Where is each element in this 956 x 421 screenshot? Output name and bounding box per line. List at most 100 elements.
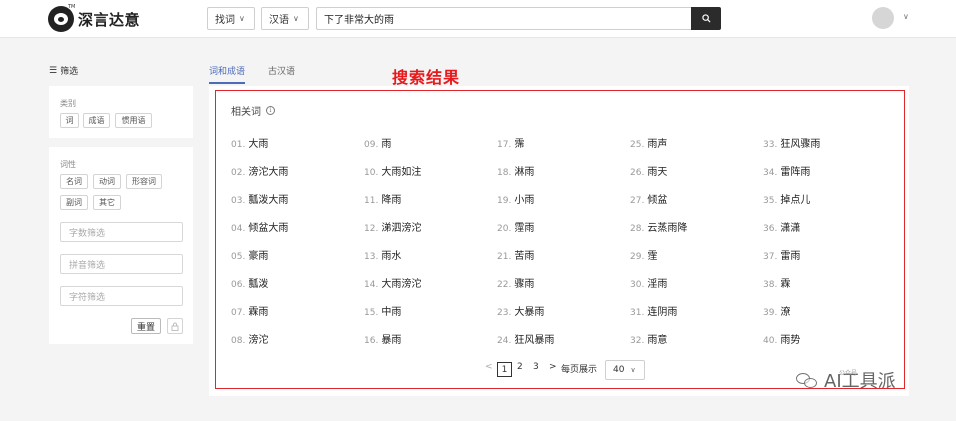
category-label: 类别 xyxy=(60,99,76,108)
word-item[interactable]: 07. 霖雨 xyxy=(231,303,268,318)
word-text: 潦 xyxy=(780,307,791,318)
word-item[interactable]: 21. 苦雨 xyxy=(497,247,534,262)
word-index: 07. xyxy=(231,308,246,318)
logo[interactable]: 深言达意 xyxy=(48,6,140,32)
wechat-icon xyxy=(796,371,818,389)
word-index: 32. xyxy=(630,336,645,346)
word-item[interactable]: 25. 雨声 xyxy=(630,135,667,150)
word-item[interactable]: 28. 云蒸雨降 xyxy=(630,219,687,234)
reset-button[interactable]: 重置 xyxy=(131,318,161,334)
page-2-button[interactable]: 2 xyxy=(517,362,523,372)
info-icon[interactable]: i xyxy=(266,106,275,115)
word-text: 暴雨 xyxy=(381,335,402,346)
word-item[interactable]: 33. 狂风骤雨 xyxy=(763,135,820,150)
chevron-down-icon[interactable]: ∨ xyxy=(903,12,909,21)
word-item[interactable]: 31. 连阴雨 xyxy=(630,303,677,318)
word-item[interactable]: 22. 骤雨 xyxy=(497,275,534,290)
word-item[interactable]: 27. 倾盆 xyxy=(630,191,667,206)
word-item[interactable]: 05. 豪雨 xyxy=(231,247,268,262)
word-item[interactable]: 20. 霪雨 xyxy=(497,219,534,234)
chip-noun[interactable]: 名词 xyxy=(60,174,88,189)
chip-adjective[interactable]: 形容词 xyxy=(126,174,162,189)
word-index: 33. xyxy=(763,140,778,150)
word-item[interactable]: 15. 中雨 xyxy=(364,303,401,318)
word-item[interactable]: 04. 倾盆大雨 xyxy=(231,219,288,234)
word-item[interactable]: 19. 小雨 xyxy=(497,191,534,206)
word-item[interactable]: 18. 淋雨 xyxy=(497,163,534,178)
word-item[interactable]: 17. 霈 xyxy=(497,135,524,150)
next-page-button[interactable]: > xyxy=(549,362,557,372)
watermark-subtext: 公众号 xyxy=(839,370,858,377)
word-text: 淫雨 xyxy=(647,279,668,290)
word-index: 14. xyxy=(364,280,379,290)
word-item[interactable]: 37. 雷雨 xyxy=(763,247,800,262)
chip-category-phrase[interactable]: 惯用语 xyxy=(115,113,152,128)
word-index: 39. xyxy=(763,308,778,318)
word-index: 03. xyxy=(231,196,246,206)
word-item[interactable]: 40. 雨势 xyxy=(763,331,800,346)
word-item[interactable]: 08. 滂沱 xyxy=(231,331,268,346)
avatar[interactable] xyxy=(872,7,894,29)
chevron-down-icon: ∨ xyxy=(239,14,245,23)
word-text: 狂风骤雨 xyxy=(780,139,821,150)
related-words-label: 相关词 xyxy=(231,107,261,118)
word-item[interactable]: 02. 滂沱大雨 xyxy=(231,163,288,178)
word-item[interactable]: 09. 雨 xyxy=(364,135,391,150)
word-text: 瓢泼大雨 xyxy=(248,195,289,206)
search-input[interactable] xyxy=(316,7,692,30)
chip-category-word[interactable]: 词 xyxy=(60,113,79,128)
word-index: 11. xyxy=(364,196,379,206)
chip-category-idiom[interactable]: 成语 xyxy=(83,113,110,128)
word-text: 云蒸雨降 xyxy=(647,223,688,234)
word-item[interactable]: 16. 暴雨 xyxy=(364,331,401,346)
watermark-text: AI工具派 xyxy=(824,371,896,392)
word-text: 倾盆大雨 xyxy=(248,223,289,234)
tab-words-and-idioms[interactable]: 词和成语 xyxy=(209,64,246,84)
word-text: 倾盆 xyxy=(647,195,668,206)
word-index: 05. xyxy=(231,252,246,262)
lock-button[interactable] xyxy=(167,318,183,334)
prev-page-button[interactable]: < xyxy=(485,362,493,372)
chip-other[interactable]: 其它 xyxy=(93,195,121,210)
word-item[interactable]: 23. 大暴雨 xyxy=(497,303,544,318)
character-filter-input[interactable]: 字符筛选 xyxy=(60,286,183,306)
word-item[interactable]: 38. 霖 xyxy=(763,275,790,290)
word-index: 20. xyxy=(497,224,512,234)
word-item[interactable]: 12. 涕泗滂沱 xyxy=(364,219,421,234)
word-item[interactable]: 01. 大雨 xyxy=(231,135,268,150)
word-text: 雨 xyxy=(381,139,392,150)
word-item[interactable]: 11. 降雨 xyxy=(364,191,401,206)
part-of-speech-filter-card: 词性 名词 动词 形容词 副词 其它 字数筛选 拼音筛选 字符筛选 重置 xyxy=(49,147,193,344)
word-item[interactable]: 35. 掉点儿 xyxy=(763,191,810,206)
word-item[interactable]: 26. 雨天 xyxy=(630,163,667,178)
word-index: 27. xyxy=(630,196,645,206)
search-button[interactable] xyxy=(691,7,721,30)
chip-adverb[interactable]: 副词 xyxy=(60,195,88,210)
per-page-select[interactable]: 40 ∨ xyxy=(605,360,645,380)
search-results-annotation: 搜索结果 xyxy=(392,68,461,87)
pinyin-filter-input[interactable]: 拼音筛选 xyxy=(60,254,183,274)
page-3-button[interactable]: 3 xyxy=(533,362,539,372)
word-index: 06. xyxy=(231,280,246,290)
find-mode-select[interactable]: 找词 ∨ xyxy=(207,7,255,30)
page-1-button[interactable]: 1 xyxy=(497,362,512,377)
tab-classical-chinese[interactable]: 古汉语 xyxy=(268,64,295,77)
word-item[interactable]: 30. 淫雨 xyxy=(630,275,667,290)
word-item[interactable]: 39. 潦 xyxy=(763,303,790,318)
word-item[interactable]: 36. 潇潇 xyxy=(763,219,800,234)
word-item[interactable]: 14. 大雨滂沱 xyxy=(364,275,421,290)
chip-verb[interactable]: 动词 xyxy=(93,174,121,189)
word-item[interactable]: 10. 大雨如注 xyxy=(364,163,421,178)
word-item[interactable]: 29. 霔 xyxy=(630,247,657,262)
word-item[interactable]: 03. 瓢泼大雨 xyxy=(231,191,288,206)
word-text: 大暴雨 xyxy=(514,307,545,318)
related-words-title: 相关词 i xyxy=(231,103,275,118)
word-text: 降雨 xyxy=(381,195,402,206)
word-item[interactable]: 24. 狂风暴雨 xyxy=(497,331,554,346)
word-item[interactable]: 34. 雷阵雨 xyxy=(763,163,810,178)
language-select[interactable]: 汉语 ∨ xyxy=(261,7,309,30)
word-count-filter-input[interactable]: 字数筛选 xyxy=(60,222,183,242)
word-item[interactable]: 32. 雨意 xyxy=(630,331,667,346)
word-item[interactable]: 06. 瓢泼 xyxy=(231,275,268,290)
word-item[interactable]: 13. 雨水 xyxy=(364,247,401,262)
